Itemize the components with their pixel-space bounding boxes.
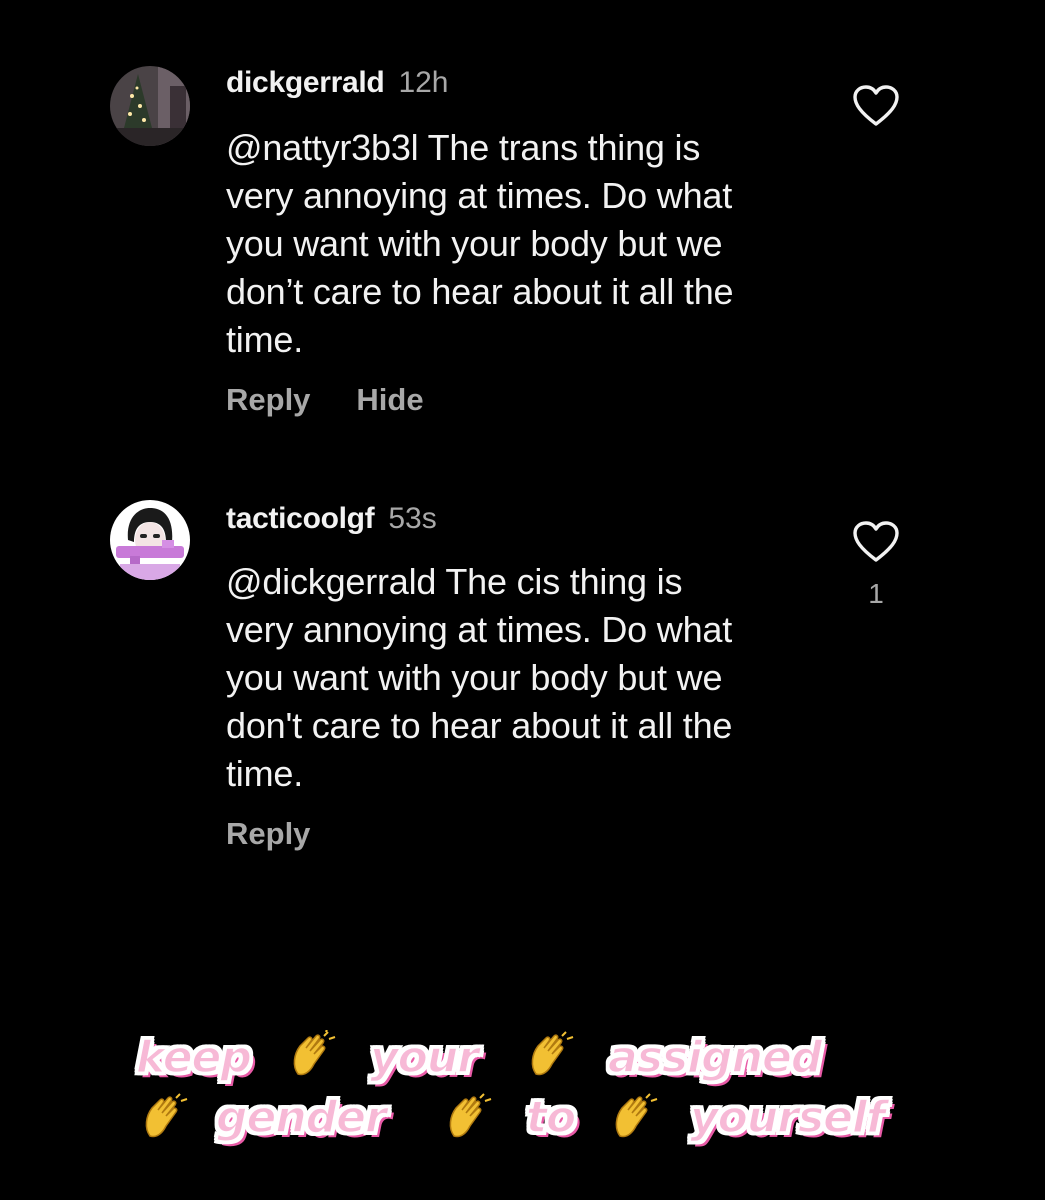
clapping-hands-icon [610, 1092, 660, 1142]
username[interactable]: tacticoolgf [226, 502, 375, 535]
caption-word: to [525, 1091, 577, 1144]
caption-word: your [369, 1031, 479, 1084]
comment-line: time. [226, 319, 304, 360]
clapping-hands-icon [140, 1092, 190, 1142]
heart-icon[interactable] [852, 84, 900, 128]
comment-line: @nattyr3b3l The trans thing is [226, 127, 701, 168]
avatar-photo [110, 66, 190, 146]
comment-header: dickgerrald 12h [226, 66, 449, 100]
timestamp: 12h [398, 66, 449, 99]
comment-actions: Reply Hide [226, 382, 470, 418]
avatar-photo [110, 500, 190, 580]
comment-line: you want with your body but we [226, 223, 723, 264]
avatar[interactable] [110, 66, 190, 146]
clapping-hands-icon [288, 1028, 338, 1080]
comment-line: time. [226, 753, 304, 794]
reply-button[interactable]: Reply [226, 382, 310, 417]
username[interactable]: dickgerrald [226, 66, 385, 99]
heart-icon[interactable] [852, 520, 900, 564]
comment-line: @dickgerrald The cis thing is [226, 561, 683, 602]
timestamp: 53s [388, 502, 437, 535]
reply-button[interactable]: Reply [226, 816, 310, 851]
caption-word: yourself [689, 1091, 886, 1144]
clapping-hands-icon [526, 1030, 576, 1080]
comment-header: tacticoolgf 53s [226, 502, 437, 536]
avatar[interactable] [110, 500, 190, 580]
caption-word: gender [215, 1091, 387, 1144]
caption-word: assigned [607, 1031, 823, 1084]
like-count: 1 [868, 578, 884, 609]
caption-word: keep [135, 1031, 252, 1084]
comment-line: very annoying at times. Do what [226, 609, 733, 650]
comment-line: don’t care to hear about it all the [226, 271, 734, 312]
comment-line: don't care to hear about it all the [226, 705, 733, 746]
comment-text: @dickgerrald The cis thing is very annoy… [226, 558, 826, 798]
clapping-hands-icon [444, 1092, 494, 1142]
comment-line: very annoying at times. Do what [226, 175, 733, 216]
hide-button[interactable]: Hide [356, 382, 423, 417]
comment-text: @nattyr3b3l The trans thing is very anno… [226, 124, 826, 364]
comment-actions: Reply [226, 816, 356, 852]
comment-line: you want with your body but we [226, 657, 723, 698]
